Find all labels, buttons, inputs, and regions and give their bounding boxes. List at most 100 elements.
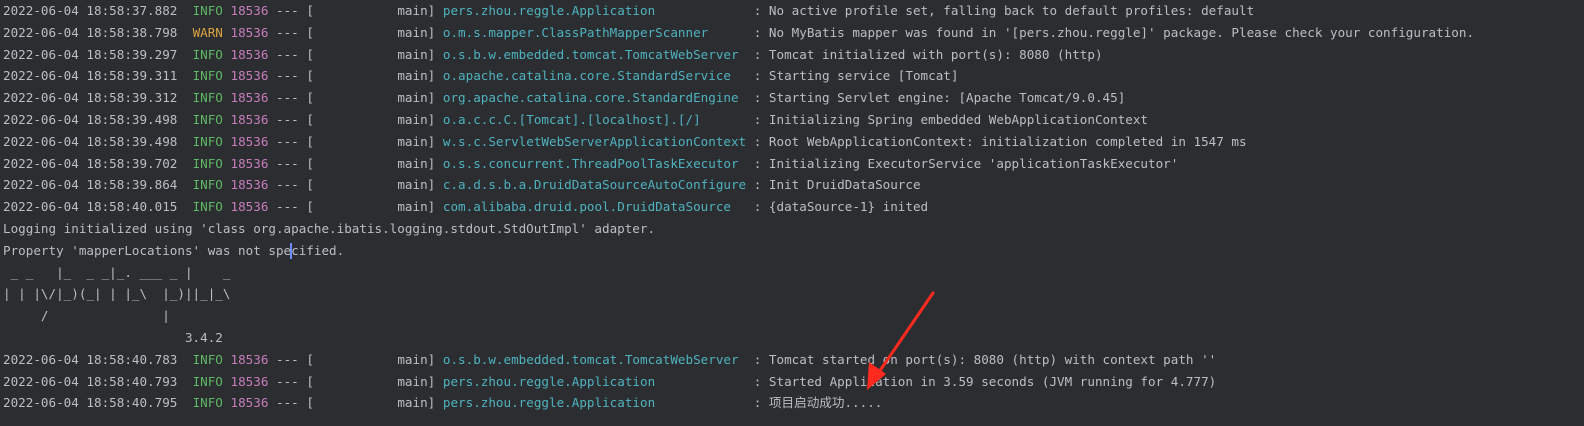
log-separator: --- [276,133,299,149]
log-timestamp: 2022-06-04 18:58:39.864 [3,177,178,193]
log-message: : Root WebApplicationContext: initializa… [753,133,1247,149]
log-separator: --- [276,199,299,215]
log-level: INFO [192,68,223,84]
log-level: INFO [192,395,223,411]
log-level: INFO [192,351,223,367]
log-separator: --- [276,177,299,193]
log-pid: 18536 [230,90,269,106]
log-thread: [ main] [306,155,436,171]
log-message: : 项目启动成功..... [753,395,883,411]
log-line: 2022-06-04 18:58:39.498 INFO 18536 --- [… [3,131,1247,153]
log-timestamp: 2022-06-04 18:58:39.498 [3,133,178,149]
log-separator: --- [276,373,299,389]
log-pid: 18536 [230,199,269,215]
log-pid: 18536 [230,155,269,171]
log-line: 2022-06-04 18:58:37.882 INFO 18536 --- [… [3,0,1254,22]
log-logger: org.apache.catalina.core.StandardEngine [442,90,747,106]
log-level: INFO [192,155,223,171]
log-line: 2022-06-04 18:58:40.795 INFO 18536 --- [… [3,392,882,414]
log-separator: --- [276,3,299,18]
log-logger: w.s.c.ServletWebServerApplicationContext [442,133,747,149]
log-thread: [ main] [306,68,436,84]
log-message: : Tomcat initialized with port(s): 8080 … [753,46,1103,62]
log-message: : Tomcat started on port(s): 8080 (http)… [753,351,1217,367]
log-level: INFO [192,373,223,389]
log-timestamp: 2022-06-04 18:58:39.498 [3,112,178,127]
log-separator: --- [276,395,299,411]
log-thread: [ main] [306,199,436,215]
log-logger: c.a.d.s.b.a.DruidDataSourceAutoConfigure [442,177,747,193]
log-pid: 18536 [230,133,269,149]
log-thread: [ main] [306,46,436,62]
log-timestamp: 2022-06-04 18:58:37.882 [3,3,178,18]
log-text: | | |\/|_)(_| | |_\ |_)||_|_\ [3,286,239,302]
log-plain-line: Logging initialized using 'class org.apa… [3,218,655,240]
log-pid: 18536 [230,373,269,389]
console-output[interactable]: 2022-06-04 18:58:37.882 INFO 18536 --- [… [0,0,1584,426]
log-line: 2022-06-04 18:58:39.297 INFO 18536 --- [… [3,44,1103,66]
log-logger: com.alibaba.druid.pool.DruidDataSource [442,199,747,215]
log-timestamp: 2022-06-04 18:58:38.798 [3,24,178,40]
log-pid: 18536 [230,112,269,127]
log-level: INFO [192,46,223,62]
log-message: : {dataSource-1} inited [753,199,929,215]
log-message: : Initializing Spring embedded WebApplic… [753,112,1149,127]
log-timestamp: 2022-06-04 18:58:39.297 [3,46,178,62]
log-pid: 18536 [230,68,269,84]
log-message: : Init DruidDataSource [753,177,921,193]
log-line: 2022-06-04 18:58:40.015 INFO 18536 --- [… [3,196,928,218]
log-separator: --- [276,68,299,84]
log-logger: o.s.b.w.embedded.tomcat.TomcatWebServer [442,351,747,367]
log-message: : Started Application in 3.59 seconds (J… [753,373,1217,389]
log-logger: pers.zhou.reggle.Application [442,3,747,18]
log-timestamp: 2022-06-04 18:58:40.793 [3,373,178,389]
log-separator: --- [276,90,299,106]
log-line: 2022-06-04 18:58:38.798 WARN 18536 --- [… [3,22,1474,44]
log-separator: --- [276,112,299,127]
log-plain-line: Property 'mapperLocations' was not speci… [3,240,344,262]
log-text-before-cursor: Property 'mapperLocations' was not spe [3,242,292,258]
log-level: INFO [192,90,223,106]
log-timestamp: 2022-06-04 18:58:39.311 [3,68,178,84]
log-pid: 18536 [230,351,269,367]
log-plain-line: | | |\/|_)(_| | |_\ |_)||_|_\ [3,283,238,305]
log-line: 2022-06-04 18:58:39.702 INFO 18536 --- [… [3,153,1178,175]
log-line: 2022-06-04 18:58:40.793 INFO 18536 --- [… [3,371,1216,393]
log-line: 2022-06-04 18:58:39.311 INFO 18536 --- [… [3,65,958,87]
log-thread: [ main] [306,112,436,127]
log-line: 2022-06-04 18:58:39.864 INFO 18536 --- [… [3,174,921,196]
log-level: WARN [192,24,223,40]
log-text: Logging initialized using 'class org.apa… [3,221,656,236]
log-separator: --- [276,351,299,367]
log-level: INFO [192,112,223,127]
log-plain-line: 3.4.2 [3,327,230,349]
log-level: INFO [192,3,223,18]
log-logger: pers.zhou.reggle.Application [442,395,747,411]
log-timestamp: 2022-06-04 18:58:39.312 [3,90,178,106]
log-thread: [ main] [306,3,436,18]
log-thread: [ main] [306,24,436,40]
log-timestamp: 2022-06-04 18:58:40.795 [3,395,178,411]
log-logger: o.m.s.mapper.ClassPathMapperScanner [442,24,747,40]
log-level: INFO [192,199,223,215]
log-pid: 18536 [230,24,269,40]
log-separator: --- [276,155,299,171]
log-thread: [ main] [306,133,436,149]
log-logger: o.a.c.c.C.[Tomcat].[localhost].[/] [442,112,747,127]
log-logger: o.apache.catalina.core.StandardService [442,68,747,84]
log-thread: [ main] [306,373,436,389]
log-message: : Initializing ExecutorService 'applicat… [753,155,1179,171]
log-logger: pers.zhou.reggle.Application [442,373,747,389]
log-message: : No active profile set, falling back to… [753,3,1255,18]
log-logger: o.s.s.concurrent.ThreadPoolTaskExecutor [442,155,747,171]
log-text: _ _ |_ _ _|_. ___ _ | _ [3,264,239,280]
log-message: : No MyBatis mapper was found in '[pers.… [753,24,1475,40]
log-pid: 18536 [230,395,269,411]
log-text: 3.4.2 [3,330,231,345]
log-text: / | [3,308,239,324]
log-text-after-cursor: cified. [291,242,345,258]
log-line: 2022-06-04 18:58:39.312 INFO 18536 --- [… [3,87,1125,109]
log-pid: 18536 [230,46,269,62]
log-thread: [ main] [306,177,436,193]
log-line: 2022-06-04 18:58:39.498 INFO 18536 --- [… [3,109,1148,131]
